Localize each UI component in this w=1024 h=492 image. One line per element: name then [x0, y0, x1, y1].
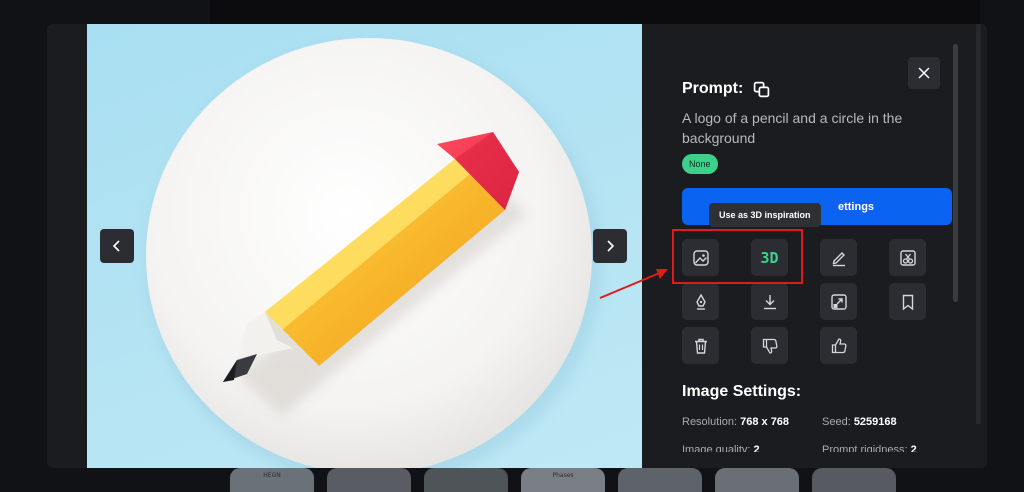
image-settings-title: Image Settings: — [682, 383, 802, 400]
vectorize-button[interactable] — [682, 283, 719, 320]
app-backdrop: HEGN Phases Prompt: A logo of a pencil a… — [0, 0, 1024, 492]
rigidness-value: 2 — [910, 444, 917, 452]
thumbnail[interactable] — [327, 468, 411, 492]
pencil-icon — [832, 251, 845, 266]
pencil-logo-illustration — [146, 38, 602, 468]
scrollbar-track[interactable] — [976, 24, 981, 424]
background-strip — [210, 0, 980, 24]
rigidness-label: Prompt rigidness: — [822, 444, 908, 452]
copy-icon[interactable] — [753, 81, 770, 98]
next-image-button[interactable] — [593, 229, 627, 263]
seed-label: Seed: — [822, 416, 851, 428]
thumbnail-label: Phases — [552, 472, 574, 479]
prompt-heading: Prompt: — [682, 80, 770, 98]
download-button[interactable] — [751, 283, 788, 320]
generated-image — [87, 24, 642, 468]
use-as-3d-inspiration-button[interactable]: 3D — [751, 239, 788, 276]
thumbs-up-icon — [831, 337, 846, 353]
upscale-icon — [830, 293, 847, 310]
chevron-left-icon — [112, 240, 120, 252]
close-icon — [918, 67, 930, 79]
vector-pen-icon — [695, 293, 706, 310]
dislike-button[interactable] — [751, 327, 788, 364]
close-button[interactable] — [908, 57, 940, 89]
quality-label: Image quality: — [682, 444, 751, 452]
3d-label: 3D — [760, 248, 779, 267]
thumbs-down-icon — [762, 338, 777, 354]
use-settings-label: ettings — [837, 200, 875, 213]
thumbnail[interactable]: HEGN — [230, 468, 314, 492]
prompt-text: A logo of a pencil and a circle in the b… — [682, 110, 903, 146]
bookmark-button[interactable] — [889, 283, 926, 320]
image-icon — [692, 249, 709, 266]
like-button[interactable] — [820, 327, 857, 364]
chevron-right-icon — [607, 240, 615, 252]
resolution-value: 768 x 768 — [740, 416, 790, 428]
download-icon — [763, 294, 776, 309]
thumbnail[interactable] — [812, 468, 896, 492]
quality-setting: Image quality: 2 — [682, 444, 760, 452]
prompt-title: Prompt: — [682, 80, 744, 97]
style-badge: None — [682, 154, 718, 174]
thumbnail-label: HEGN — [263, 472, 281, 479]
thumbnail[interactable] — [715, 468, 799, 492]
background-thumbnails: HEGN Phases — [230, 468, 896, 492]
upscale-button[interactable] — [820, 283, 857, 320]
bookmark-icon — [902, 294, 913, 310]
resolution-label: Resolution: — [682, 416, 738, 428]
quality-value: 2 — [753, 444, 760, 452]
remove-background-button[interactable] — [889, 239, 926, 276]
edit-image-button[interactable] — [820, 239, 857, 276]
thumbnail[interactable]: Phases — [521, 468, 605, 492]
thumbnail[interactable] — [618, 468, 702, 492]
rigidness-setting: Prompt rigidness: 2 — [822, 444, 917, 452]
resolution-setting: Resolution: 768 x 768 — [682, 416, 789, 428]
thumbnail[interactable] — [424, 468, 508, 492]
remove-background-icon — [899, 249, 916, 266]
trash-icon — [694, 338, 707, 354]
delete-button[interactable] — [682, 327, 719, 364]
seed-value: 5259168 — [853, 416, 897, 428]
use-as-image-inspiration-button[interactable] — [682, 239, 719, 276]
seed-setting: Seed: 5259168 — [822, 416, 897, 428]
tooltip: Use as 3D inspiration — [709, 203, 821, 227]
scrollbar-thumb[interactable] — [953, 44, 958, 302]
previous-image-button[interactable] — [100, 229, 134, 263]
